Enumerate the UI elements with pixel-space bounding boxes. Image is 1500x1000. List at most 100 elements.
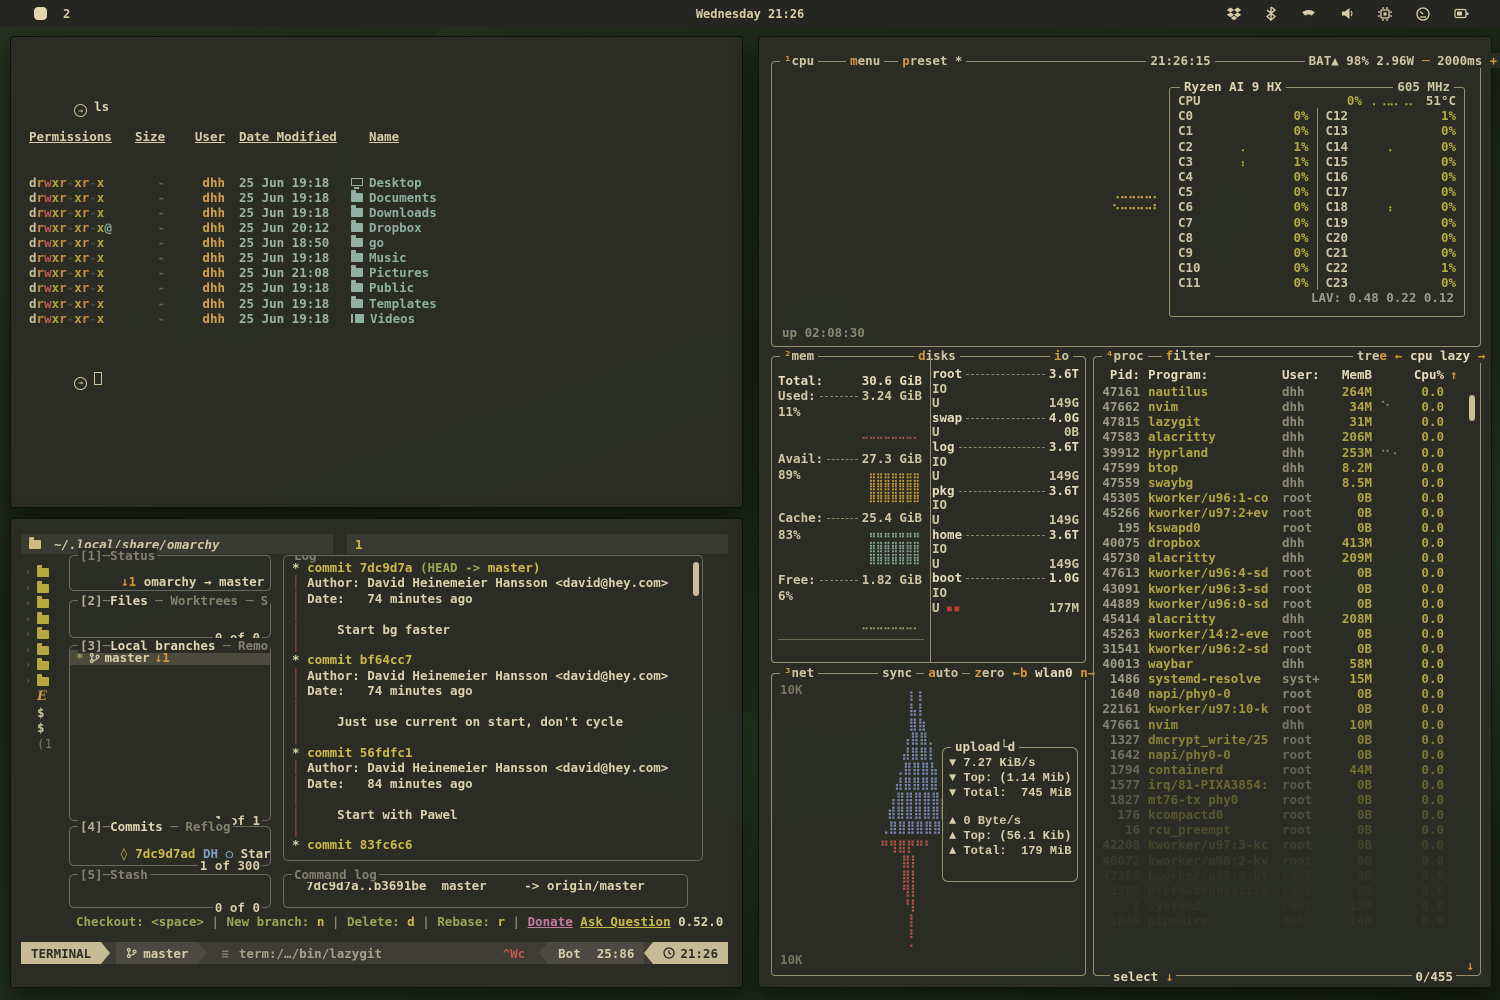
process-row[interactable]: 47815lazygitdhh31M0.0 — [1094, 414, 1480, 429]
proc-scrollbar[interactable] — [1469, 395, 1475, 421]
tree-folder-item[interactable]: › — [25, 581, 69, 597]
winbar-path-segment[interactable]: ~/.local/share/omarchy — [21, 534, 333, 554]
winbar-tab-segment[interactable]: 1 — [347, 534, 728, 554]
process-row[interactable]: 1577irq/81-PIXA3854:root0B0.0 — [1094, 777, 1480, 792]
log-line[interactable]: * commit 83fc6c6 — [292, 837, 702, 852]
log-line[interactable]: │ Date: 74 minutes ago — [292, 591, 702, 606]
tree-editorconfig-item[interactable]: E — [25, 689, 69, 705]
tree-folder-item[interactable]: › — [25, 674, 69, 690]
log-line[interactable]: │ — [292, 791, 702, 806]
tab-net[interactable]: ³net — [780, 665, 818, 680]
tab-filter[interactable]: filter — [1162, 348, 1215, 363]
log-line[interactable]: │ Date: 84 minutes ago — [292, 776, 702, 791]
process-row[interactable]: 1380btrfs-transactioroot0B0.0 — [1094, 883, 1480, 898]
workspace-1-active-icon[interactable] — [34, 7, 47, 20]
interface-switcher[interactable]: ←b wlan0 n→ — [1008, 665, 1099, 680]
workspace-indicator[interactable]: 2 — [34, 7, 70, 21]
tab-menu[interactable]: menu — [846, 53, 884, 68]
wifi-icon[interactable] — [1300, 7, 1317, 20]
tree-text-item[interactable]: (1 — [25, 736, 69, 752]
dropbox-icon[interactable] — [1226, 7, 1242, 21]
cpu-indicator-icon[interactable] — [1378, 7, 1392, 21]
sort-selector[interactable]: ← cpu lazy → — [1391, 348, 1489, 363]
update-interval[interactable]: ─ 2000ms + — [1418, 53, 1500, 68]
process-row[interactable]: 1827mt76-tx phy0root0B0.0 — [1094, 792, 1480, 807]
process-row[interactable]: 45414alacrittydhh208M0.0 — [1094, 611, 1480, 626]
log-line[interactable]: │ Author: David Heinemeier Hansson <davi… — [292, 760, 702, 775]
scroll-up-icon[interactable]: ↑ — [1450, 367, 1458, 382]
tab-zero[interactable]: zero — [970, 665, 1008, 680]
process-row[interactable]: 1systemdroot13M0.0 — [1094, 898, 1480, 913]
tab-tree[interactable]: tree — [1353, 348, 1391, 363]
process-row[interactable]: 47613kworker/u96:4-sdroot0B0.0 — [1094, 565, 1480, 580]
process-row[interactable]: 45730alacrittydhh209M0.0 — [1094, 550, 1480, 565]
process-row[interactable]: 47599btopdhh8.2M0.0 — [1094, 460, 1480, 475]
log-line[interactable]: │ — [292, 822, 702, 837]
log-line[interactable]: │ Author: David Heinemeier Hansson <davi… — [292, 668, 702, 683]
branches-panel[interactable]: [3]─Local branches ─ Remo * master ↓1 1 … — [69, 645, 271, 821]
tree-folder-item[interactable]: › — [25, 643, 69, 659]
log-line[interactable]: │ — [292, 637, 702, 652]
log-line[interactable]: │ Date: 74 minutes ago — [292, 683, 702, 698]
tree-script-item[interactable]: $ — [25, 705, 69, 721]
bluetooth-icon[interactable] — [1266, 6, 1276, 21]
process-row[interactable]: 45305kworker/u96:1-coroot0B0.0 — [1094, 490, 1480, 505]
process-row[interactable]: 47662nvimdhh34M⠈⠂0.0 — [1094, 399, 1480, 414]
terminal-window-ls[interactable]: →ls PermissionsSizeUserDate ModifiedName… — [10, 36, 743, 508]
tab-proc[interactable]: ⁴proc — [1102, 348, 1148, 363]
select-hint[interactable]: select ↓ — [1110, 969, 1176, 984]
gauge-icon[interactable] — [1416, 7, 1430, 21]
process-row[interactable]: 47559swaybgdhh8.5M0.0 — [1094, 475, 1480, 490]
branch-segment[interactable]: master — [116, 942, 198, 964]
tab-preset[interactable]: preset * — [898, 53, 966, 68]
process-row[interactable]: 46072kworker/u98:2-kvroot0B0.0 — [1094, 853, 1480, 868]
battery-icon[interactable] — [1454, 7, 1470, 20]
process-row[interactable]: 42208kworker/u97:3-kcroot0B0.0 — [1094, 837, 1480, 852]
process-row[interactable]: 40075dropboxdhh413M0.0 — [1094, 535, 1480, 550]
log-panel[interactable]: Log * commit 7dc9d7a (HEAD -> master)│ A… — [283, 555, 703, 861]
log-line[interactable]: │ Start with Pawel — [292, 807, 702, 822]
process-row[interactable]: 1794containerdroot44M0.0 — [1094, 762, 1480, 777]
process-row[interactable]: 39912Hyprlanddhh253M⠐⠂⠄0.0 — [1094, 445, 1480, 460]
log-line[interactable]: │ — [292, 606, 702, 621]
log-line[interactable]: │ — [292, 729, 702, 744]
process-row[interactable]: 176kcompactd0root0B0.0 — [1094, 807, 1480, 822]
process-row[interactable]: 1642napi/phy0-0root0B0.0 — [1094, 747, 1480, 762]
process-row[interactable]: 44889kworker/u96:0-sdroot0B0.0 — [1094, 596, 1480, 611]
terminal-window-btop[interactable]: ¹cpu menu preset * 21:26:15 BAT▲ 98% 2.9… — [758, 36, 1492, 988]
process-row[interactable]: 42389kworker/u97:4-btroot0B0.0 — [1094, 868, 1480, 883]
donate-link[interactable]: Donate — [528, 914, 573, 929]
log-line[interactable]: │ — [292, 699, 702, 714]
process-row[interactable]: 45263kworker/14:2-everoot0B0.0 — [1094, 626, 1480, 641]
tree-script-item[interactable]: $ — [25, 720, 69, 736]
process-row[interactable]: 45266kworker/u97:2+evroot0B0.0 — [1094, 505, 1480, 520]
tab-io[interactable]: io — [1050, 348, 1073, 363]
commits-panel[interactable]: [4]─Commits ─ Reflog ◊ 7dc9d7ad DH ○ Sta… — [69, 826, 271, 866]
tree-folder-item[interactable]: › — [25, 612, 69, 628]
scroll-down-icon[interactable]: ↓ — [1466, 958, 1474, 973]
tab-auto[interactable]: auto — [924, 665, 962, 680]
process-row[interactable]: 1327dmcrypt_write/25root0B0.0 — [1094, 732, 1480, 747]
process-row[interactable]: 22161kworker/u97:10-kroot0B0.0 — [1094, 701, 1480, 716]
log-line[interactable]: * commit bf64cc7 — [292, 652, 702, 667]
log-line[interactable]: * commit 56fdfc1 — [292, 745, 702, 760]
process-row[interactable]: 1846pipewiredhh14M0.0 — [1094, 913, 1480, 928]
process-row[interactable]: 1640napi/phy0-0root0B0.0 — [1094, 686, 1480, 701]
tree-folder-item[interactable]: › — [25, 565, 69, 581]
log-line[interactable]: │ Just use current on start, don't cycle — [292, 714, 702, 729]
log-line[interactable]: │ Start bg faster — [292, 622, 702, 637]
tree-folder-item[interactable]: › — [25, 596, 69, 612]
terminal-window-lazygit[interactable]: ~/.local/share/omarchy 1 ››››››››E$$(1 [… — [10, 518, 743, 988]
process-row[interactable]: 47661nvimdhh10M0.0 — [1094, 717, 1480, 732]
process-row[interactable]: 47583alacrittydhh206M0.0 — [1094, 429, 1480, 444]
process-row[interactable]: 47161nautilusdhh264M0.0 — [1094, 384, 1480, 399]
tab-sync[interactable]: sync — [878, 665, 916, 680]
log-line[interactable]: * commit 7dc9d7a (HEAD -> master) — [292, 560, 702, 575]
process-row[interactable]: 16rcu_preemptroot0B0.0 — [1094, 822, 1480, 837]
ask-question-link[interactable]: Ask Question — [580, 914, 670, 929]
process-row[interactable]: 43091kworker/u96:3-sdroot0B0.0 — [1094, 581, 1480, 596]
prompt-line-2[interactable]: → — [29, 356, 437, 371]
log-line[interactable]: │ Author: David Heinemeier Hansson <davi… — [292, 575, 702, 590]
status-panel[interactable]: [1]─Status ↓1 omarchy → master — [69, 555, 271, 591]
log-scrollbar[interactable] — [693, 562, 699, 596]
